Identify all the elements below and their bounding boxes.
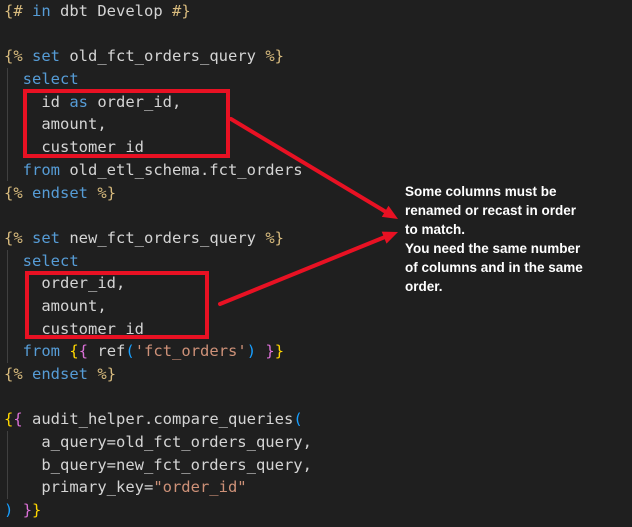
indent-guide — [7, 250, 8, 363]
code-token: primary_key= — [4, 478, 153, 496]
annotation-line: to match. — [405, 220, 630, 239]
code-token: } — [32, 501, 41, 519]
code-line: {# in dbt Develop #} — [4, 0, 632, 23]
annotation-line: renamed or recast in order — [405, 201, 630, 220]
code-token: { — [4, 410, 13, 428]
code-token: new_fct_orders_query — [60, 229, 265, 247]
code-line: select — [4, 68, 632, 91]
code-line — [4, 386, 632, 409]
code-token: } — [265, 342, 274, 360]
code-line: ) }} — [4, 499, 632, 522]
code-token: %} — [97, 365, 116, 383]
annotation-line: of columns and in the same — [405, 258, 630, 277]
code-token: {# — [4, 2, 23, 20]
code-line: {% set old_fct_orders_query %} — [4, 45, 632, 68]
code-token — [60, 342, 69, 360]
code-token: ) — [247, 342, 256, 360]
code-token: %} — [265, 229, 284, 247]
code-line: a_query=old_fct_orders_query, — [4, 431, 632, 454]
code-token — [23, 2, 32, 20]
code-token: %} — [97, 184, 116, 202]
annotation-note: Some columns must berenamed or recast in… — [405, 182, 630, 296]
highlight-box-old-columns — [23, 89, 230, 158]
code-token: #} — [172, 2, 191, 20]
highlight-box-new-columns — [25, 271, 209, 339]
code-line: from old_etl_schema.fct_orders — [4, 159, 632, 182]
code-token: ( — [293, 410, 302, 428]
code-token: old_etl_schema.fct_orders — [60, 161, 303, 179]
code-token — [13, 501, 22, 519]
annotation-line: Some columns must be — [405, 182, 630, 201]
code-token: set — [32, 229, 60, 247]
code-token: {% — [4, 184, 23, 202]
code-token: { — [69, 342, 78, 360]
code-token: {% — [4, 47, 23, 65]
code-token: ( — [125, 342, 134, 360]
code-token — [23, 47, 32, 65]
code-line: primary_key="order_id" — [4, 476, 632, 499]
code-token — [88, 184, 97, 202]
code-token: "order_id" — [153, 478, 246, 496]
code-token: in — [32, 2, 51, 20]
code-token: audit_helper.compare_queries — [23, 410, 294, 428]
code-token: { — [79, 342, 88, 360]
code-token — [23, 229, 32, 247]
code-token: dbt Develop — [51, 2, 172, 20]
code-token: b_query=new_fct_orders_query, — [4, 456, 312, 474]
code-token: %} — [265, 47, 284, 65]
code-token: from — [23, 161, 60, 179]
code-token — [23, 365, 32, 383]
code-token: } — [275, 342, 284, 360]
annotation-line: You need the same number — [405, 239, 630, 258]
code-token — [256, 342, 265, 360]
code-token: 'fct_orders' — [135, 342, 247, 360]
code-token: ref — [88, 342, 125, 360]
code-line: from {{ ref('fct_orders') }} — [4, 340, 632, 363]
code-line: {% endset %} — [4, 363, 632, 386]
code-token: select — [23, 70, 79, 88]
code-line — [4, 23, 632, 46]
code-token: endset — [32, 184, 88, 202]
code-token: old_fct_orders_query — [60, 47, 265, 65]
annotation-line: order. — [405, 277, 630, 296]
code-token: endset — [32, 365, 88, 383]
code-token: a_query=old_fct_orders_query, — [4, 433, 312, 451]
code-token — [23, 184, 32, 202]
indent-guide — [7, 68, 8, 181]
code-token — [88, 365, 97, 383]
code-line: b_query=new_fct_orders_query, — [4, 454, 632, 477]
code-line: {{ audit_helper.compare_queries( — [4, 408, 632, 431]
code-token: ) — [4, 501, 13, 519]
indent-guide — [7, 431, 8, 499]
code-token: {% — [4, 229, 23, 247]
code-token: { — [13, 410, 22, 428]
code-token: select — [23, 252, 79, 270]
code-editor-screenshot: {# in dbt Develop #} {% set old_fct_orde… — [0, 0, 632, 527]
code-token: set — [32, 47, 60, 65]
code-token: } — [23, 501, 32, 519]
code-token: {% — [4, 365, 23, 383]
code-token: from — [23, 342, 60, 360]
